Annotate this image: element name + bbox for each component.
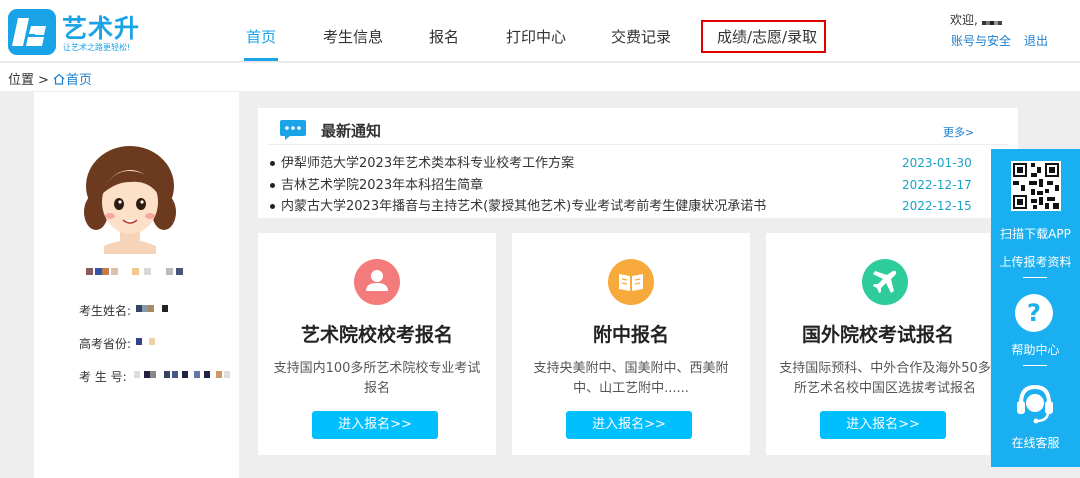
card-desc: 支持国际预科、中外合作及海外50多所艺术名校中国区选拔考试报名: [779, 361, 991, 396]
card-affiliated-school: 附中报名 支持央美附中、国美附中、西美附中、山工艺附中...... 进入报名>>: [512, 233, 750, 455]
enter-registration-button[interactable]: 进入报名>>: [820, 411, 946, 439]
notice-item[interactable]: 伊犁师范大学2023年艺术类本科专业校考工作方案: [270, 152, 574, 171]
card-title: 国外院校考试报名: [801, 324, 954, 346]
profile-panel: 考生姓名: 高考省份: 考 生 号:: [34, 92, 239, 478]
province-label: 高考省份:: [79, 337, 132, 351]
card-art-school: 艺术院校校考报名 支持国内100多所艺术院校专业考试报名 进入报名>>: [258, 233, 496, 455]
side-divider: [1023, 277, 1047, 278]
nav-highlight-box: [701, 20, 826, 53]
help-icon[interactable]: ?: [1015, 294, 1053, 332]
card-title: 艺术院校校考报名: [300, 324, 453, 346]
logout-link[interactable]: 退出: [1024, 32, 1048, 49]
chat-icon: [280, 120, 306, 140]
notice-divider: [268, 144, 1008, 145]
student-name-redacted: [136, 305, 176, 313]
student-id-label: 考 生 号:: [79, 370, 127, 384]
nav-payment-records[interactable]: 交费记录: [611, 26, 671, 47]
notice-panel: 最新通知 更多> 伊犁师范大学2023年艺术类本科专业校考工作方案 2023-0…: [258, 108, 1018, 218]
qr-code-icon: [1011, 161, 1061, 211]
welcome-label: 欢迎,: [950, 13, 978, 27]
notice-item[interactable]: 吉林艺术学院2023年本科招生简章: [270, 174, 483, 193]
account-security-link[interactable]: 账号与安全: [951, 32, 1011, 49]
online-service-link[interactable]: 在线客服: [991, 434, 1080, 451]
brand-slogan: 让艺术之路更轻松!: [63, 43, 131, 52]
help-center-link[interactable]: 帮助中心: [991, 341, 1080, 358]
breadcrumb-home-link[interactable]: 首页: [66, 73, 92, 88]
brand-name: 艺术升: [62, 14, 141, 43]
notice-date: 2022-12-15: [902, 199, 972, 213]
breadcrumb-separator: >: [38, 73, 49, 88]
person-icon: [354, 259, 400, 305]
logo-mark-icon: [8, 9, 56, 55]
logo[interactable]: 艺术升 让艺术之路更轻松!: [8, 9, 146, 57]
card-foreign-school: 国外院校考试报名 支持国际预科、中外合作及海外50多所艺术名校中国区选拔考试报名…: [766, 233, 991, 455]
upload-materials-link[interactable]: 上传报考资料: [991, 253, 1080, 270]
nav-registration[interactable]: 报名: [429, 26, 459, 47]
side-divider: [1023, 365, 1047, 366]
header: 艺术升 让艺术之路更轻松! 首页 考生信息 报名 打印中心 交费记录 成绩/志愿…: [0, 0, 1080, 62]
card-desc: 支持国内100多所艺术院校专业考试报名: [273, 361, 481, 396]
province-redacted: [136, 338, 166, 346]
nav-home[interactable]: 首页: [246, 26, 276, 47]
student-name-label: 考生姓名:: [79, 304, 132, 318]
welcome-text: 欢迎,: [950, 11, 1002, 28]
book-icon: [608, 259, 654, 305]
card-title: 附中报名: [592, 324, 669, 346]
notice-title: 最新通知: [321, 122, 382, 140]
airplane-icon: [862, 259, 908, 305]
nav-active-indicator: [244, 58, 278, 61]
scan-download-app[interactable]: 扫描下载APP: [991, 225, 1080, 242]
notice-item[interactable]: 内蒙古大学2023年播音与主持艺术(蒙授其他艺术)专业考试考前考生健康状况承诺书: [270, 195, 766, 214]
enter-registration-button[interactable]: 进入报名>>: [312, 411, 438, 439]
notice-more-link[interactable]: 更多>: [943, 124, 974, 140]
card-desc: 支持央美附中、国美附中、西美附中、山工艺附中......: [533, 361, 729, 396]
notice-date: 2023-01-30: [902, 156, 972, 170]
home-icon: [53, 73, 65, 85]
enter-registration-button[interactable]: 进入报名>>: [566, 411, 692, 439]
username-redacted: [981, 14, 1002, 28]
breadcrumb: 位置 > 首页: [0, 63, 1080, 91]
headset-icon[interactable]: [1015, 381, 1055, 425]
notice-date: 2022-12-17: [902, 178, 972, 192]
student-id-redacted: [134, 371, 234, 379]
floating-sidebar: 扫描下载APP 上传报考资料 ? 帮助中心 在线客服: [991, 149, 1080, 467]
nav-print-center[interactable]: 打印中心: [506, 26, 566, 47]
nav-student-info[interactable]: 考生信息: [323, 26, 383, 47]
breadcrumb-label: 位置: [8, 73, 35, 88]
avatar: [84, 146, 176, 254]
